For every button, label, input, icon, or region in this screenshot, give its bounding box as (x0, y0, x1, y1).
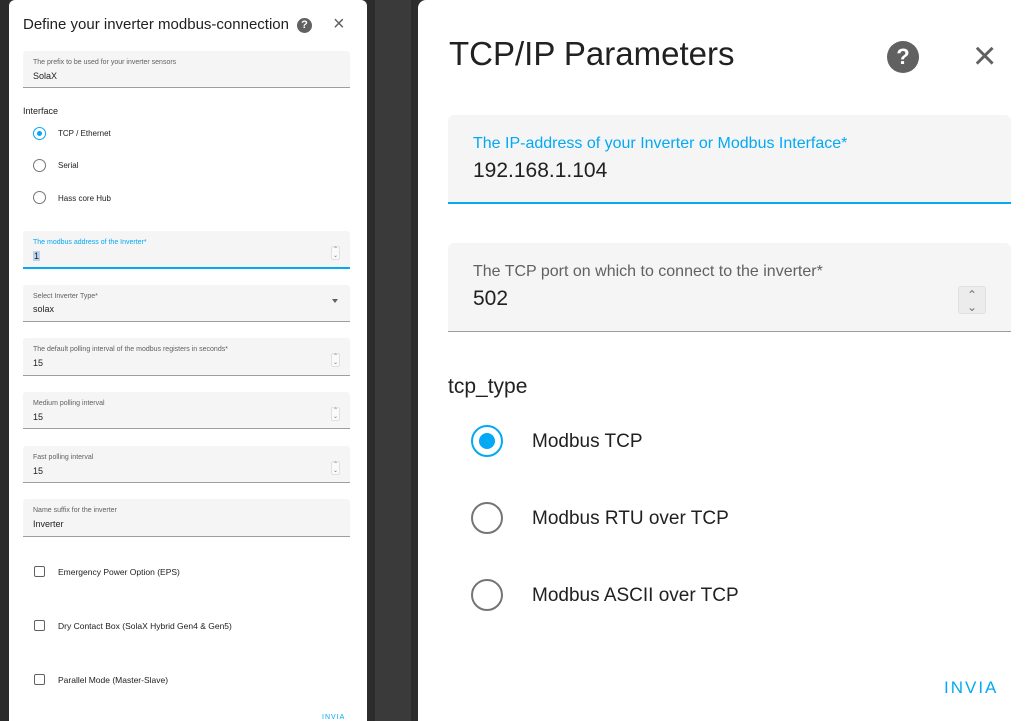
background-middle-inner (375, 0, 411, 721)
prefix-input[interactable]: SolaX (33, 71, 57, 81)
prefix-field[interactable]: The prefix to be used for your inverter … (23, 51, 350, 88)
modbus-address-input[interactable]: 1 (33, 251, 41, 261)
modbus-address-label: The modbus address of the Inverter* (33, 239, 147, 246)
background-middle (367, 0, 418, 721)
radio-modbus-tcp[interactable] (471, 425, 503, 457)
spin-stepper-icon[interactable]: ⌃ ⌄ (331, 246, 340, 260)
radio-label-modbus-rtu-over-tcp: Modbus RTU over TCP (532, 508, 729, 529)
background-left (0, 0, 9, 721)
tcp-type-label: tcp_type (448, 375, 528, 398)
radio-modbus-rtu-over-tcp[interactable] (471, 502, 503, 534)
dialog-title: TCP/IP Parameters (449, 35, 735, 72)
polling-interval-field[interactable]: The default polling interval of the modb… (23, 338, 350, 376)
dialog-title: Define your inverter modbus-connection (23, 16, 289, 33)
spin-stepper-icon[interactable]: ⌃ ⌄ (958, 286, 986, 314)
radio-label-modbus-ascii-over-tcp: Modbus ASCII over TCP (532, 585, 739, 606)
prefix-label: The prefix to be used for your inverter … (33, 59, 177, 66)
inverter-type-select[interactable]: Select Inverter Type* solax (23, 285, 350, 322)
medium-polling-label: Medium polling interval (33, 400, 105, 407)
ip-address-label: The IP-address of your Inverter or Modbu… (473, 135, 848, 152)
checkbox-dry-contact[interactable] (34, 620, 45, 631)
medium-polling-field[interactable]: Medium polling interval 15 ⌃ ⌄ (23, 392, 350, 429)
close-icon[interactable]: × (973, 36, 996, 76)
radio-label-modbus-tcp: Modbus TCP (532, 431, 643, 452)
submit-button[interactable]: INVIA (322, 714, 345, 721)
polling-interval-label: The default polling interval of the modb… (33, 346, 228, 353)
close-icon[interactable]: × (333, 14, 345, 34)
name-suffix-label: Name suffix for the inverter (33, 507, 117, 514)
inverter-type-value: solax (33, 304, 55, 314)
name-suffix-field[interactable]: Name suffix for the inverter Inverter (23, 499, 350, 537)
inverter-type-label: Select Inverter Type* (33, 293, 98, 300)
ip-address-field[interactable]: The IP-address of your Inverter or Modbu… (448, 115, 1011, 204)
checkbox-label-parallel-mode: Parallel Mode (Master-Slave) (58, 675, 169, 685)
tcp-port-field[interactable]: The TCP port on which to connect to the … (448, 243, 1011, 332)
medium-polling-input[interactable]: 15 (33, 412, 43, 422)
caret-down-icon[interactable] (332, 299, 338, 303)
help-icon[interactable]: ? (887, 41, 919, 73)
polling-interval-input[interactable]: 15 (33, 358, 43, 368)
checkbox-eps[interactable] (34, 566, 45, 577)
radio-label-hass-core-hub: Hass core Hub (58, 194, 111, 203)
spin-stepper-icon[interactable]: ⌃ ⌄ (331, 461, 340, 475)
checkbox-parallel-mode[interactable] (34, 674, 45, 685)
radio-label-serial: Serial (58, 161, 79, 170)
spin-stepper-icon[interactable]: ⌃ ⌄ (331, 353, 340, 367)
radio-hass-core-hub[interactable] (33, 191, 46, 204)
radio-serial[interactable] (33, 159, 46, 172)
help-icon[interactable]: ? (297, 18, 312, 33)
fast-polling-label: Fast polling interval (33, 454, 94, 461)
fast-polling-field[interactable]: Fast polling interval 15 ⌃ ⌄ (23, 446, 350, 483)
checkbox-label-eps: Emergency Power Option (EPS) (58, 567, 180, 577)
radio-modbus-ascii-over-tcp[interactable] (471, 579, 503, 611)
submit-button[interactable]: INVIA (944, 678, 998, 698)
ip-address-input[interactable]: 192.168.1.104 (473, 159, 607, 183)
checkbox-label-dry-contact: Dry Contact Box (SolaX Hybrid Gen4 & Gen… (58, 621, 232, 631)
interface-label: Interface (23, 106, 59, 116)
tcp-port-input[interactable]: 502 (473, 287, 508, 311)
radio-tcp-ethernet[interactable] (33, 127, 46, 140)
modbus-address-field[interactable]: The modbus address of the Inverter* 1 ⌃ ⌄ (23, 231, 350, 269)
name-suffix-input[interactable]: Inverter (33, 519, 64, 529)
tcp-ip-parameters-dialog: TCP/IP Parameters ? × The IP-address of … (418, 0, 1035, 721)
spin-stepper-icon[interactable]: ⌃ ⌄ (331, 407, 340, 421)
inverter-connection-dialog: Define your inverter modbus-connection ?… (9, 0, 367, 721)
tcp-port-label: The TCP port on which to connect to the … (473, 263, 823, 280)
radio-label-tcp-ethernet: TCP / Ethernet (58, 129, 111, 138)
fast-polling-input[interactable]: 15 (33, 466, 43, 476)
